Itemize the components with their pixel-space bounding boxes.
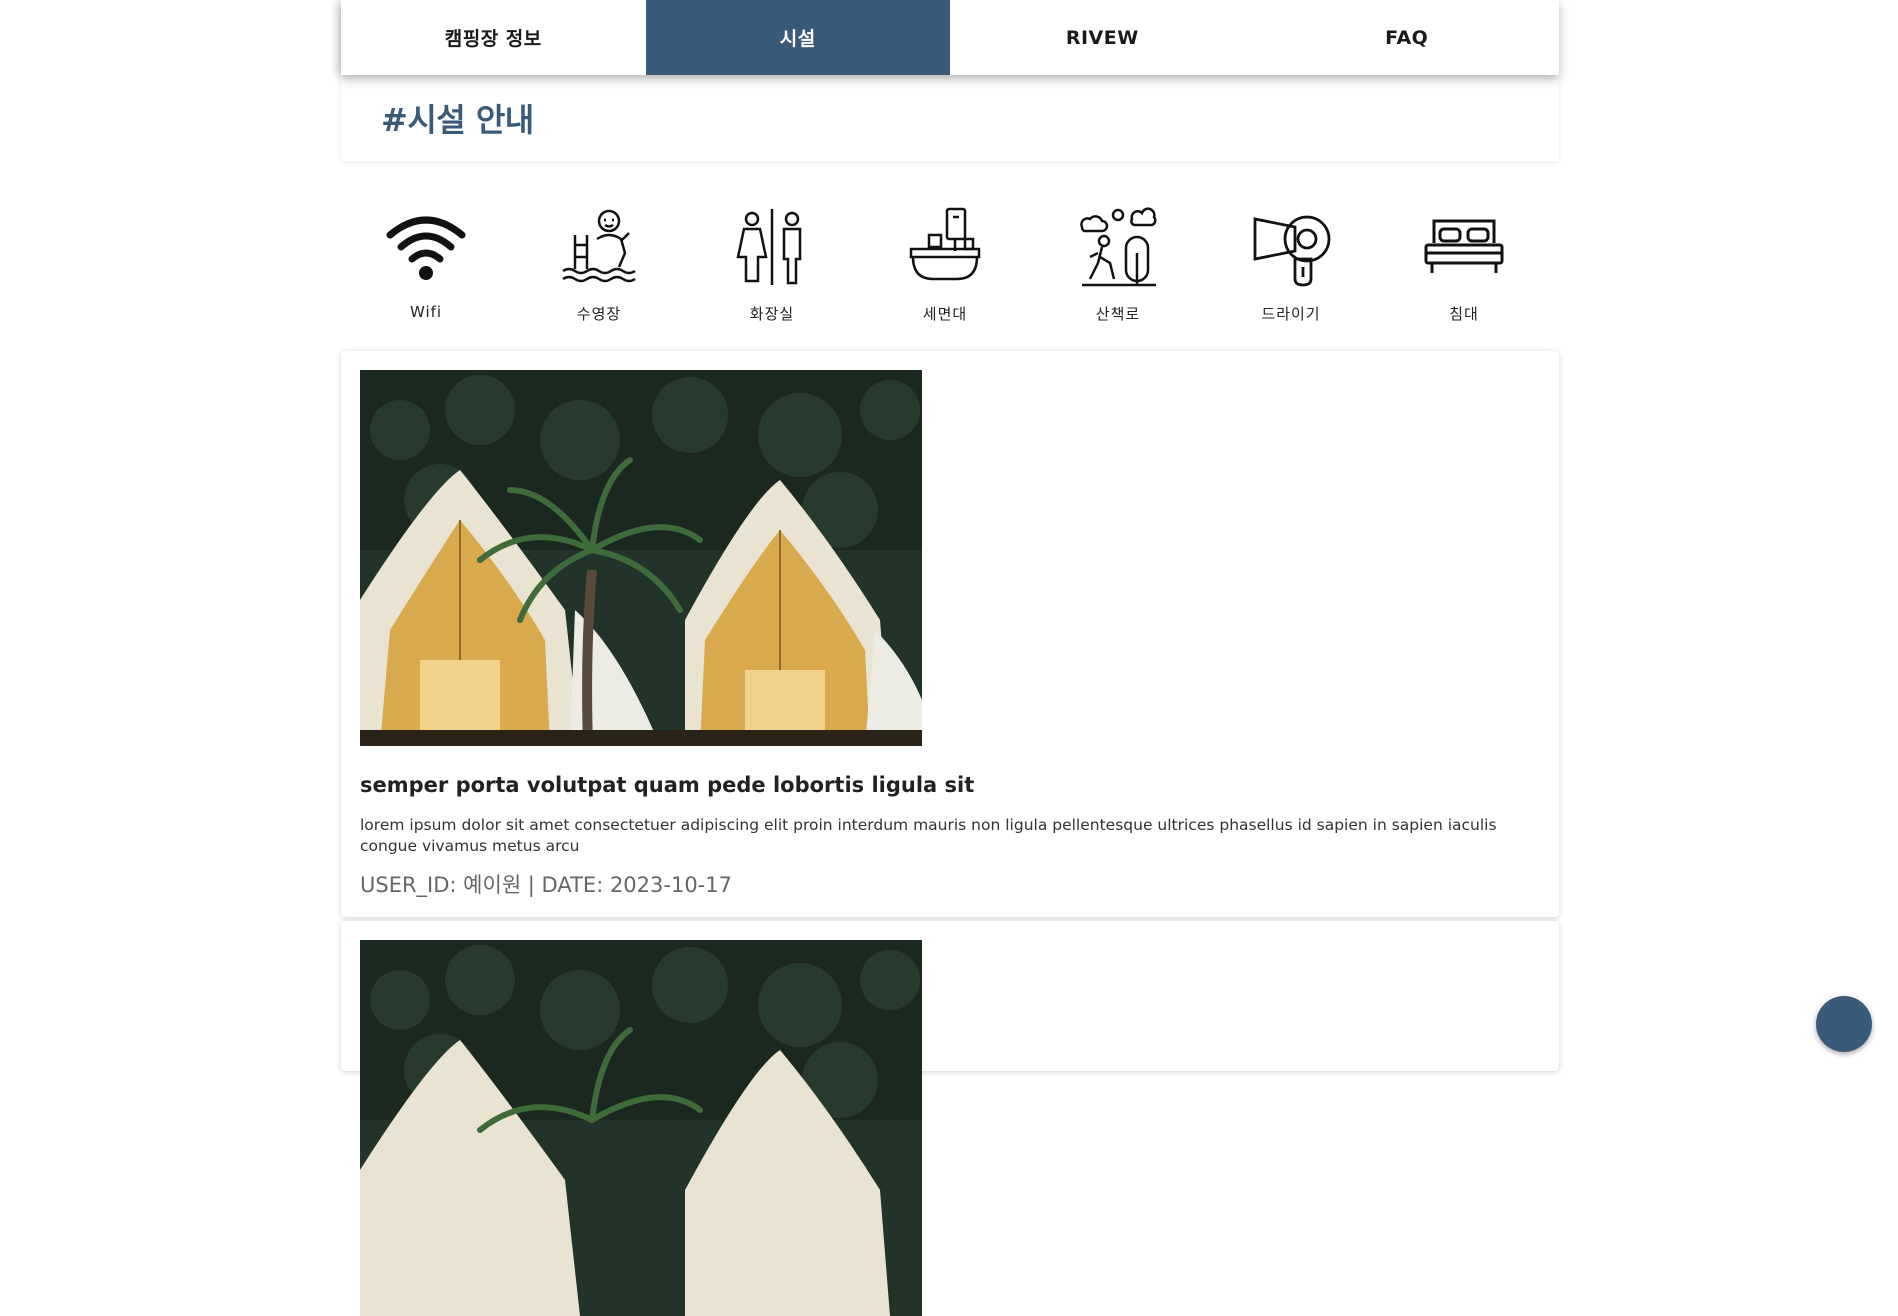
facility-item-restroom: 화장실 xyxy=(717,205,827,351)
hair-dryer-icon xyxy=(1253,215,1331,287)
section-header: #시설 안내 xyxy=(341,75,1559,161)
facility-label: 산책로 xyxy=(1095,305,1141,323)
facility-label: 침대 xyxy=(1449,305,1479,323)
post-image[interactable] xyxy=(360,370,922,746)
tab-facilities[interactable]: 시설 xyxy=(645,0,950,75)
bed-icon xyxy=(1424,219,1504,273)
facility-item-wifi: Wifi xyxy=(371,205,481,351)
facility-label: 세면대 xyxy=(922,305,968,323)
glamping-tents-photo xyxy=(360,940,922,1316)
post-meta: USER_ID: 예이원 | DATE: 2023-10-17 xyxy=(360,873,732,897)
post-card[interactable]: semper porta volutpat quam pede lobortis… xyxy=(341,351,1559,917)
facility-item-pool: 수영장 xyxy=(544,205,654,351)
tab-faq[interactable]: FAQ xyxy=(1255,0,1560,75)
tab-review[interactable]: RIVEW xyxy=(950,0,1255,75)
facility-label: 화장실 xyxy=(749,305,795,323)
post-body: lorem ipsum dolor sit amet consectetuer … xyxy=(360,816,1497,855)
swimming-pool-icon xyxy=(562,209,636,283)
post-card[interactable] xyxy=(341,921,1559,1316)
floating-action-button[interactable] xyxy=(1816,996,1872,1052)
washbasin-icon xyxy=(909,207,981,281)
page-container: 캠핑장 정보 시설 RIVEW FAQ #시설 안내 Wifi 수영장 화장실 … xyxy=(341,0,1559,1316)
tab-camping-info[interactable]: 캠핑장 정보 xyxy=(341,0,646,75)
facility-item-hairdryer: 드라이기 xyxy=(1236,205,1346,351)
post-image[interactable] xyxy=(360,940,922,1316)
facility-item-bed: 침대 xyxy=(1409,205,1519,351)
restroom-icon xyxy=(736,209,802,285)
facility-item-washbasin: 세면대 xyxy=(890,205,1000,351)
glamping-tents-photo xyxy=(360,370,922,746)
post-title[interactable]: semper porta volutpat quam pede lobortis… xyxy=(360,773,1540,797)
facility-item-trail: 산책로 xyxy=(1063,205,1173,351)
section-title: #시설 안내 xyxy=(381,101,534,139)
tab-bar: 캠핑장 정보 시설 RIVEW FAQ xyxy=(341,0,1559,75)
walking-trail-icon xyxy=(1080,207,1157,287)
facility-label: Wifi xyxy=(409,303,443,321)
facility-label: 수영장 xyxy=(576,305,622,323)
wifi-icon xyxy=(386,216,466,280)
facility-list: Wifi 수영장 화장실 세면대 산책로 드라이기 침대 xyxy=(341,161,1559,351)
facility-label: 드라이기 xyxy=(1261,305,1321,323)
